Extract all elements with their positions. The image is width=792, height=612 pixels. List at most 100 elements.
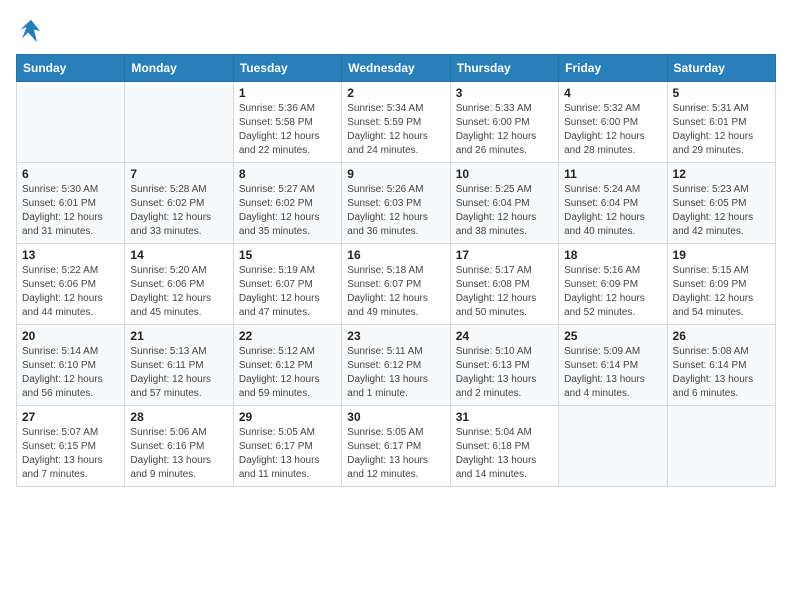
day-info: Sunrise: 5:30 AM Sunset: 6:01 PM Dayligh… — [22, 183, 119, 239]
day-number: 19 — [673, 248, 770, 262]
day-info: Sunrise: 5:31 AM Sunset: 6:01 PM Dayligh… — [673, 102, 770, 158]
day-info: Sunrise: 5:17 AM Sunset: 6:08 PM Dayligh… — [456, 264, 553, 320]
day-number: 12 — [673, 167, 770, 181]
weekday-header-sunday: Sunday — [17, 55, 125, 82]
day-info: Sunrise: 5:05 AM Sunset: 6:17 PM Dayligh… — [239, 426, 336, 482]
day-info: Sunrise: 5:06 AM Sunset: 6:16 PM Dayligh… — [130, 426, 227, 482]
day-number: 17 — [456, 248, 553, 262]
day-number: 13 — [22, 248, 119, 262]
week-row-4: 20 Sunrise: 5:14 AM Sunset: 6:10 PM Dayli… — [17, 325, 776, 406]
day-info: Sunrise: 5:14 AM Sunset: 6:10 PM Dayligh… — [22, 345, 119, 401]
weekday-header-row: SundayMondayTuesdayWednesdayThursdayFrid… — [17, 55, 776, 82]
day-info: Sunrise: 5:18 AM Sunset: 6:07 PM Dayligh… — [347, 264, 444, 320]
day-info: Sunrise: 5:11 AM Sunset: 6:12 PM Dayligh… — [347, 345, 444, 401]
day-info: Sunrise: 5:10 AM Sunset: 6:13 PM Dayligh… — [456, 345, 553, 401]
day-number: 28 — [130, 410, 227, 424]
calendar-cell: 20 Sunrise: 5:14 AM Sunset: 6:10 PM Dayli… — [17, 325, 125, 406]
weekday-header-thursday: Thursday — [450, 55, 558, 82]
logo — [16, 16, 50, 46]
day-info: Sunrise: 5:04 AM Sunset: 6:18 PM Dayligh… — [456, 426, 553, 482]
day-info: Sunrise: 5:13 AM Sunset: 6:11 PM Dayligh… — [130, 345, 227, 401]
calendar-cell: 6 Sunrise: 5:30 AM Sunset: 6:01 PM Daylig… — [17, 163, 125, 244]
calendar-cell — [17, 82, 125, 163]
day-number: 9 — [347, 167, 444, 181]
calendar-cell: 5Sunrise: 5:31 AM Sunset: 6:01 PM Daylig… — [667, 82, 775, 163]
calendar-cell — [559, 406, 667, 487]
calendar-cell: 3 Sunrise: 5:33 AM Sunset: 6:00 PM Daylig… — [450, 82, 558, 163]
day-info: Sunrise: 5:32 AM Sunset: 6:00 PM Dayligh… — [564, 102, 661, 158]
day-number: 11 — [564, 167, 661, 181]
calendar-cell: 14 Sunrise: 5:20 AM Sunset: 6:06 PM Dayli… — [125, 244, 233, 325]
calendar-cell: 13 Sunrise: 5:22 AM Sunset: 6:06 PM Dayli… — [17, 244, 125, 325]
day-number: 8 — [239, 167, 336, 181]
day-number: 2 — [347, 86, 444, 100]
day-info: Sunrise: 5:22 AM Sunset: 6:06 PM Dayligh… — [22, 264, 119, 320]
calendar-cell: 11Sunrise: 5:24 AM Sunset: 6:04 PM Dayli… — [559, 163, 667, 244]
day-number: 31 — [456, 410, 553, 424]
day-number: 18 — [564, 248, 661, 262]
calendar-cell: 18 Sunrise: 5:16 AM Sunset: 6:09 PM Dayli… — [559, 244, 667, 325]
day-info: Sunrise: 5:20 AM Sunset: 6:06 PM Dayligh… — [130, 264, 227, 320]
day-number: 29 — [239, 410, 336, 424]
calendar-cell: 1Sunrise: 5:36 AM Sunset: 5:58 PM Daylig… — [233, 82, 341, 163]
day-info: Sunrise: 5:33 AM Sunset: 6:00 PM Dayligh… — [456, 102, 553, 158]
day-number: 30 — [347, 410, 444, 424]
calendar-cell: 10 Sunrise: 5:25 AM Sunset: 6:04 PM Dayli… — [450, 163, 558, 244]
day-number: 7 — [130, 167, 227, 181]
calendar-cell: 25Sunrise: 5:09 AM Sunset: 6:14 PM Dayli… — [559, 325, 667, 406]
day-number: 20 — [22, 329, 119, 343]
calendar-cell — [125, 82, 233, 163]
page-header — [16, 16, 776, 46]
day-info: Sunrise: 5:27 AM Sunset: 6:02 PM Dayligh… — [239, 183, 336, 239]
day-info: Sunrise: 5:07 AM Sunset: 6:15 PM Dayligh… — [22, 426, 119, 482]
calendar-cell — [667, 406, 775, 487]
week-row-1: 1Sunrise: 5:36 AM Sunset: 5:58 PM Daylig… — [17, 82, 776, 163]
calendar-cell: 24 Sunrise: 5:10 AM Sunset: 6:13 PM Dayli… — [450, 325, 558, 406]
calendar-cell: 15 Sunrise: 5:19 AM Sunset: 6:07 PM Dayli… — [233, 244, 341, 325]
day-number: 25 — [564, 329, 661, 343]
day-number: 10 — [456, 167, 553, 181]
logo-icon — [16, 16, 46, 46]
calendar-cell: 4 Sunrise: 5:32 AM Sunset: 6:00 PM Daylig… — [559, 82, 667, 163]
calendar-cell: 9 Sunrise: 5:26 AM Sunset: 6:03 PM Daylig… — [342, 163, 450, 244]
calendar-cell: 2 Sunrise: 5:34 AM Sunset: 5:59 PM Daylig… — [342, 82, 450, 163]
day-number: 24 — [456, 329, 553, 343]
calendar-cell: 21Sunrise: 5:13 AM Sunset: 6:11 PM Dayli… — [125, 325, 233, 406]
day-number: 3 — [456, 86, 553, 100]
calendar-cell: 7 Sunrise: 5:28 AM Sunset: 6:02 PM Daylig… — [125, 163, 233, 244]
day-number: 26 — [673, 329, 770, 343]
day-number: 27 — [22, 410, 119, 424]
day-info: Sunrise: 5:34 AM Sunset: 5:59 PM Dayligh… — [347, 102, 444, 158]
calendar-cell: 12Sunrise: 5:23 AM Sunset: 6:05 PM Dayli… — [667, 163, 775, 244]
day-info: Sunrise: 5:28 AM Sunset: 6:02 PM Dayligh… — [130, 183, 227, 239]
calendar-cell: 17 Sunrise: 5:17 AM Sunset: 6:08 PM Dayli… — [450, 244, 558, 325]
weekday-header-tuesday: Tuesday — [233, 55, 341, 82]
day-info: Sunrise: 5:05 AM Sunset: 6:17 PM Dayligh… — [347, 426, 444, 482]
day-info: Sunrise: 5:15 AM Sunset: 6:09 PM Dayligh… — [673, 264, 770, 320]
calendar-cell: 31 Sunrise: 5:04 AM Sunset: 6:18 PM Dayli… — [450, 406, 558, 487]
day-number: 6 — [22, 167, 119, 181]
day-number: 14 — [130, 248, 227, 262]
calendar-cell: 30 Sunrise: 5:05 AM Sunset: 6:17 PM Dayli… — [342, 406, 450, 487]
day-number: 22 — [239, 329, 336, 343]
week-row-5: 27 Sunrise: 5:07 AM Sunset: 6:15 PM Dayli… — [17, 406, 776, 487]
day-info: Sunrise: 5:26 AM Sunset: 6:03 PM Dayligh… — [347, 183, 444, 239]
day-number: 4 — [564, 86, 661, 100]
weekday-header-saturday: Saturday — [667, 55, 775, 82]
day-info: Sunrise: 5:08 AM Sunset: 6:14 PM Dayligh… — [673, 345, 770, 401]
day-number: 23 — [347, 329, 444, 343]
calendar-cell: 27 Sunrise: 5:07 AM Sunset: 6:15 PM Dayli… — [17, 406, 125, 487]
day-info: Sunrise: 5:16 AM Sunset: 6:09 PM Dayligh… — [564, 264, 661, 320]
day-number: 15 — [239, 248, 336, 262]
calendar-table: SundayMondayTuesdayWednesdayThursdayFrid… — [16, 54, 776, 487]
week-row-2: 6 Sunrise: 5:30 AM Sunset: 6:01 PM Daylig… — [17, 163, 776, 244]
day-info: Sunrise: 5:19 AM Sunset: 6:07 PM Dayligh… — [239, 264, 336, 320]
day-info: Sunrise: 5:25 AM Sunset: 6:04 PM Dayligh… — [456, 183, 553, 239]
calendar-cell: 19 Sunrise: 5:15 AM Sunset: 6:09 PM Dayli… — [667, 244, 775, 325]
calendar-cell: 28 Sunrise: 5:06 AM Sunset: 6:16 PM Dayli… — [125, 406, 233, 487]
calendar-cell: 29 Sunrise: 5:05 AM Sunset: 6:17 PM Dayli… — [233, 406, 341, 487]
weekday-header-monday: Monday — [125, 55, 233, 82]
day-info: Sunrise: 5:36 AM Sunset: 5:58 PM Dayligh… — [239, 102, 336, 158]
week-row-3: 13 Sunrise: 5:22 AM Sunset: 6:06 PM Dayli… — [17, 244, 776, 325]
day-info: Sunrise: 5:12 AM Sunset: 6:12 PM Dayligh… — [239, 345, 336, 401]
